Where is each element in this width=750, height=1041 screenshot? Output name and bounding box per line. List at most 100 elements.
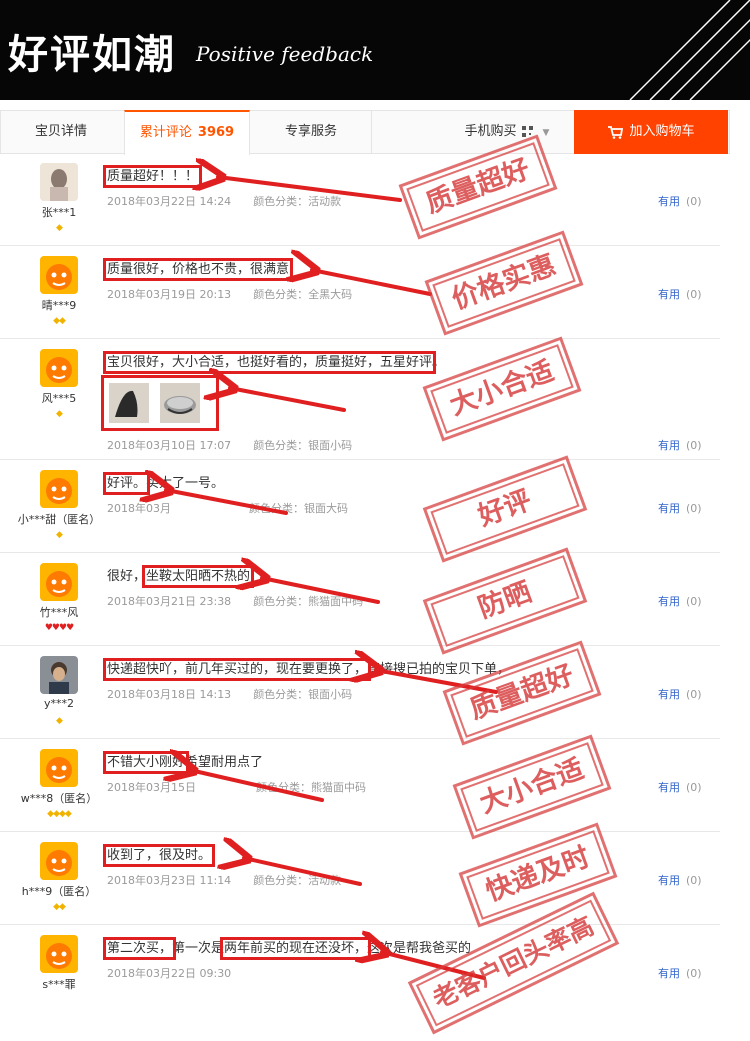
tab-reviews[interactable]: 累计评论 3969 (124, 110, 250, 155)
avatar (40, 935, 78, 973)
avatar (40, 349, 78, 387)
review-meta: 2018年03月22日 09:30 (107, 965, 253, 981)
review-highlight: 好评。 (102, 472, 151, 495)
banner: 好评如潮 Positive feedback (0, 0, 750, 100)
review-meta: 2018年03月18日 14:13 颜色分类：银面小码 (107, 686, 352, 702)
review-date: 2018年03月22日 09:30 (107, 967, 232, 980)
review-text: 宝贝很好，大小合适，也挺好看的，质量挺好，五星好评。 (102, 351, 446, 374)
useful-count: (0) (686, 502, 702, 515)
user-name: y***2 (43, 697, 74, 710)
review-row: 小***甜（匿名） ◆ 好评。买大了一号。 2018年03月 颜色分类：银面大码 … (0, 460, 720, 553)
chevron-down-icon: ▼ (542, 128, 550, 138)
useful-button[interactable]: 有用 (0) (658, 593, 702, 609)
review-meta: 2018年03月15日 颜色分类：熊猫面中码 (107, 779, 366, 795)
review-highlight: 坐鞍太阳晒不热的 (142, 565, 255, 588)
useful-count: (0) (686, 288, 702, 301)
review-photo[interactable] (160, 383, 200, 423)
tab-reviews-label: 累计评论 (139, 125, 192, 140)
review-category: 颜色分类：全黑大码 (253, 288, 353, 301)
avatar (40, 563, 78, 601)
useful-button[interactable]: 有用 (0) (658, 872, 702, 888)
review-photo[interactable] (109, 383, 149, 423)
useful-count: (0) (686, 195, 702, 208)
useful-label: 有用 (658, 595, 680, 608)
review-meta: 2018年03月23日 11:14 颜色分类：活动款 (107, 872, 341, 888)
review-row: w***8（匿名） ◆◆◆◆ 不错大小刚好希望耐用点了 2018年03月15日 颜… (0, 739, 720, 832)
tab-reviews-count: 3969 (197, 125, 235, 140)
level-badge: ♥♥♥♥ (44, 623, 74, 633)
user-name: s***罪 (42, 978, 76, 991)
useful-count: (0) (686, 781, 702, 794)
review-category: 颜色分类：活动款 (253, 195, 342, 208)
review-date: 2018年03月18日 14:13 (107, 688, 232, 701)
review-date: 2018年03月10日 17:07 (107, 439, 232, 452)
review-date: 2018年03月19日 20:13 (107, 288, 232, 301)
review-highlight: 质量很好，价格也不贵，很满意 (102, 258, 294, 281)
useful-button[interactable]: 有用 (0) (658, 193, 702, 209)
useful-button[interactable]: 有用 (0) (658, 286, 702, 302)
review-category: 颜色分类：熊猫面中码 (253, 595, 364, 608)
useful-label: 有用 (658, 502, 680, 515)
user-name: 竹***风 (39, 606, 79, 619)
review-text: 质量超好！！！ (102, 165, 203, 188)
review-row: 风***5 ◆ 宝贝很好，大小合适，也挺好看的，质量挺好，五星好评。 2018年… (0, 339, 720, 460)
useful-button[interactable]: 有用 (0) (658, 965, 702, 981)
level-badge: ◆◆ (53, 902, 66, 912)
review-text-rest: 这次是帮我爸买的 (367, 941, 472, 956)
tab-detail[interactable]: 宝贝详情 (1, 111, 121, 153)
review-category: 颜色分类：活动款 (253, 874, 342, 887)
review-date: 2018年03月21日 23:38 (107, 595, 232, 608)
avatar (40, 470, 78, 508)
review-text: 收到了，很及时。 (102, 844, 216, 867)
useful-button[interactable]: 有用 (0) (658, 686, 702, 702)
review-highlight: 收到了，很及时。 (102, 844, 216, 867)
tab-service[interactable]: 专享服务 (251, 111, 372, 153)
level-badge: ◆ (56, 409, 63, 419)
review-category: 颜色分类：银面小码 (253, 688, 353, 701)
review-date: 2018年03月15日 (107, 781, 196, 794)
useful-count: (0) (686, 688, 702, 701)
review-row: 竹***风 ♥♥♥♥ 很好，坐鞍太阳晒不热的 2018年03月21日 23:38… (0, 553, 720, 646)
review-category: 颜色分类：银面小码 (253, 439, 353, 452)
review-photos (101, 375, 219, 431)
useful-count: (0) (686, 967, 702, 980)
review-text: 好评。买大了一号。 (102, 472, 225, 495)
level-badge: ◆◆ (53, 316, 66, 326)
avatar (40, 749, 78, 787)
banner-stripes (629, 0, 750, 100)
review-row: 张***1 ◆ 质量超好！！！ 2018年03月22日 14:24 颜色分类：活动… (0, 153, 720, 246)
review-meta: 2018年03月21日 23:38 颜色分类：熊猫面中码 (107, 593, 363, 609)
review-text-pre: 很好， (107, 569, 147, 584)
avatar (40, 842, 78, 880)
review-text: 不错大小刚好希望耐用点了 (102, 751, 264, 774)
review-text-rest: 。 (432, 355, 446, 370)
review-meta: 2018年03月22日 14:24 颜色分类：活动款 (107, 193, 341, 209)
useful-label: 有用 (658, 967, 680, 980)
user-name: 小***甜（匿名） (17, 513, 101, 526)
user-name: 张***1 (41, 206, 77, 219)
useful-count: (0) (686, 595, 702, 608)
review-highlight: 两年前买的现在还没坏， (220, 937, 372, 960)
review-highlight: 快递超快吖，前几年买过的，现在要更换了， (102, 658, 372, 681)
banner-title: 好评如潮 (8, 32, 176, 78)
useful-label: 有用 (658, 781, 680, 794)
useful-label: 有用 (658, 874, 680, 887)
useful-label: 有用 (658, 439, 680, 452)
review-text: 快递超快吖，前几年买过的，现在要更换了，直接搜已拍的宝贝下单， (102, 658, 510, 681)
useful-button[interactable]: 有用 (0) (658, 437, 702, 453)
review-meta: 2018年03月19日 20:13 颜色分类：全黑大码 (107, 286, 352, 302)
useful-label: 有用 (658, 288, 680, 301)
user-name: w***8（匿名） (20, 792, 98, 805)
useful-count: (0) (686, 439, 702, 452)
review-text: 质量很好，价格也不贵，很满意 (102, 258, 294, 281)
review-text-rest: 买大了一号。 (146, 476, 225, 491)
review-category: 颜色分类：银面大码 (249, 502, 348, 515)
add-to-cart-button[interactable]: 加入购物车 (574, 110, 728, 154)
useful-button[interactable]: 有用 (0) (658, 779, 702, 795)
review-text-rest: 希望耐用点了 (185, 755, 264, 770)
cart-icon (608, 125, 624, 139)
review-meta: 2018年03月 颜色分类：银面大码 (107, 500, 348, 516)
review-highlight: 宝贝很好，大小合适，也挺好看的，质量挺好，五星好评 (102, 351, 437, 374)
useful-button[interactable]: 有用 (0) (658, 500, 702, 516)
user-name: 风***5 (41, 392, 77, 405)
